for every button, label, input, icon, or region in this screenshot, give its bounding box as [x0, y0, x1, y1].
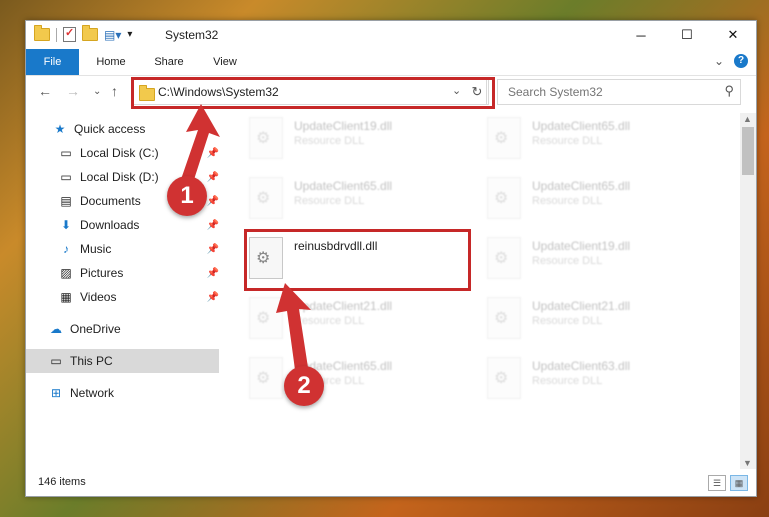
annotation-arrows: [178, 104, 311, 377]
arrow-to-file: [276, 283, 311, 377]
step-1-badge: 1: [167, 176, 207, 216]
step-2-badge: 2: [284, 366, 324, 406]
